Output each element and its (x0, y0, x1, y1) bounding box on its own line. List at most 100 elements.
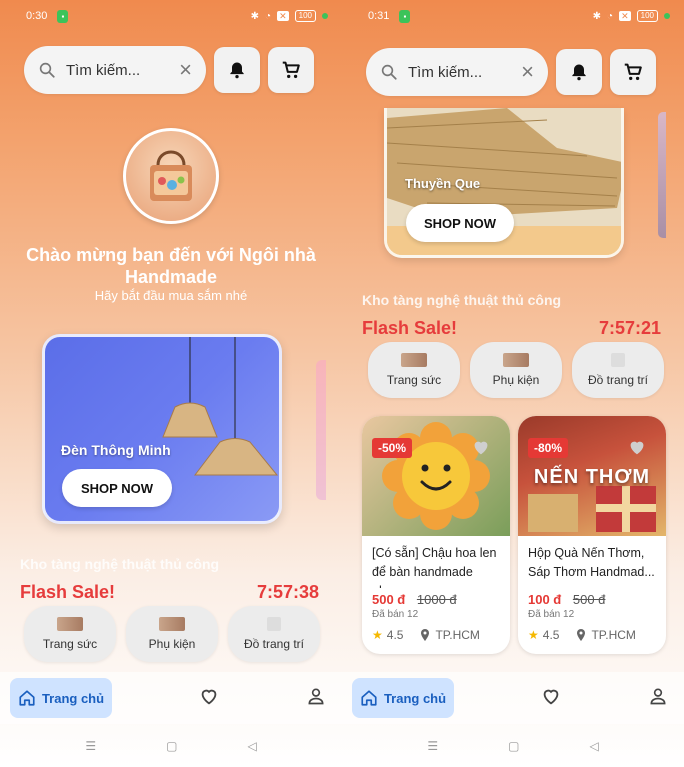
user-icon (650, 688, 666, 704)
menu-icon[interactable]: ☰ (85, 739, 96, 753)
jewelry-thumbnail (57, 617, 83, 631)
category-jewelry[interactable]: Trang sức (368, 342, 460, 398)
banner-stick-boat[interactable]: Thuyền Que SHOP NOW (384, 108, 624, 258)
wifi-icon: ◔ (607, 10, 614, 22)
screen-home-scrolled: 0:31 ▪ ✱ ◔ ✕ 100 Tìm kiếm... × Thuyền Qu… (342, 0, 684, 767)
favorite-icon[interactable] (626, 436, 648, 458)
flash-sale-timer: 7:57:21 (599, 318, 662, 338)
product-sold-count: Đã bán 12 (372, 609, 419, 620)
home-square-icon[interactable]: ▢ (508, 739, 519, 753)
product-location: TP.HCM (435, 628, 480, 642)
clear-search-icon[interactable]: × (179, 57, 192, 83)
charging-dot-icon (664, 13, 670, 19)
home-icon (19, 690, 35, 706)
search-input[interactable]: Tìm kiếm... × (366, 48, 548, 96)
discount-badge: -80% (528, 438, 569, 458)
app-notification-icon: ▪ (399, 9, 411, 23)
nav-profile[interactable] (306, 686, 326, 711)
screen-home-top: 0:30 ▪ ✱ ◔ ✕ 100 Tìm kiếm... × Chào mừng… (0, 0, 342, 767)
product-rating: 4.5 (386, 628, 404, 642)
product-card[interactable]: NẾN THƠM -80% Hộp Quà Nến Thơm, Sáp Thơm… (518, 416, 666, 654)
no-sim-icon: ✕ (277, 11, 289, 21)
star-icon: ★ (528, 628, 539, 642)
bottom-nav: Trang chủ (342, 672, 684, 724)
banner-smart-lamp[interactable]: Đèn Thông Minh SHOP NOW (42, 334, 282, 524)
next-banner-peek[interactable] (658, 112, 666, 238)
bottom-nav: Trang chủ (0, 672, 342, 724)
product-sold-count: Đã bán 12 (528, 609, 575, 620)
nav-home[interactable]: Trang chủ (10, 678, 112, 718)
clear-search-icon[interactable]: × (521, 59, 534, 85)
heart-icon (201, 689, 217, 704)
no-sim-icon: ✕ (619, 11, 631, 21)
home-square-icon[interactable]: ▢ (166, 739, 177, 753)
category-label: Phụ kiện (148, 637, 196, 651)
product-price: 100 đ (528, 592, 562, 607)
app-notification-icon: ▪ (57, 9, 69, 23)
search-icon (381, 64, 397, 80)
home-icon (361, 690, 377, 706)
cart-button[interactable] (610, 49, 656, 95)
nav-profile[interactable] (648, 686, 668, 711)
category-label: Đồ trang trí (587, 373, 649, 387)
battery-indicator: 100 (636, 10, 658, 22)
nav-home-label: Trang chủ (383, 690, 447, 706)
cart-icon (624, 63, 642, 81)
menu-icon[interactable]: ☰ (427, 739, 438, 753)
location-pin-icon (577, 629, 586, 641)
category-decoration[interactable]: Đồ trang trí (572, 342, 664, 398)
category-label: Phụ kiện (492, 373, 540, 387)
nav-favorites[interactable] (540, 685, 562, 712)
system-nav: ☰ ▢ ◁ (0, 736, 342, 756)
category-list: Trang sức Phụ kiện Đồ trang trí (24, 606, 320, 662)
accessories-thumbnail (503, 353, 529, 367)
product-card[interactable]: -50% [Có sẵn] Chậu hoa len để bàn handma… (362, 416, 510, 654)
section-title: Kho tàng nghệ thuật thủ công (20, 556, 220, 572)
welcome-subtitle: Hãy bắt đầu mua sắm nhé (94, 288, 248, 303)
status-bar: 0:31 ▪ ✱ ◔ ✕ 100 (368, 6, 670, 26)
shop-now-button[interactable]: SHOP NOW (62, 469, 172, 507)
status-time: 0:30 (26, 10, 48, 22)
bell-icon (572, 64, 586, 81)
next-banner-peek[interactable] (316, 360, 326, 500)
category-decoration[interactable]: Đồ trang trí (228, 606, 320, 662)
charging-dot-icon (322, 13, 328, 19)
back-icon[interactable]: ◁ (589, 739, 598, 753)
category-accessories[interactable]: Phụ kiện (470, 342, 562, 398)
welcome-title: Chào mừng bạn đến với Ngôi nhà Handmade (26, 245, 316, 287)
cart-button[interactable] (268, 47, 314, 93)
notification-button[interactable] (556, 49, 602, 95)
category-label: Trang sức (386, 373, 442, 387)
banner-title: Đèn Thông Minh (61, 442, 171, 458)
nav-home[interactable]: Trang chủ (352, 678, 454, 718)
heart-icon (543, 689, 559, 704)
product-name: [Có sẵn] Chậu hoa len để bàn handmade nh… (372, 546, 497, 588)
shop-now-button[interactable]: SHOP NOW (406, 204, 514, 242)
category-label: Trang sức (42, 637, 98, 651)
favorite-icon[interactable] (470, 436, 492, 458)
accessories-thumbnail (159, 617, 185, 631)
search-input[interactable]: Tìm kiếm... × (24, 46, 206, 94)
section-title: Kho tàng nghệ thuật thủ công (362, 292, 562, 308)
star-icon: ★ (372, 628, 383, 642)
bell-icon (230, 62, 244, 79)
flash-sale-products: -50% [Có sẵn] Chậu hoa len để bàn handma… (362, 416, 666, 654)
shopping-bag-logo-icon (150, 150, 192, 201)
battery-indicator: 100 (294, 10, 316, 22)
location-pin-icon (421, 629, 430, 641)
notification-button[interactable] (214, 47, 260, 93)
decoration-thumbnail (267, 617, 281, 631)
product-old-price: 1000 đ (416, 592, 457, 607)
bluetooth-icon: ✱ (592, 10, 602, 22)
top-bar: Tìm kiếm... × (366, 48, 664, 96)
product-price: 500 đ (372, 592, 406, 607)
bluetooth-icon: ✱ (250, 10, 260, 22)
product-old-price: 500 đ (572, 592, 606, 607)
product-name: Hộp Quà Nến Thơm, Sáp Thơm Handmad... (528, 546, 655, 579)
nav-favorites[interactable] (198, 685, 220, 712)
back-icon[interactable]: ◁ (247, 739, 256, 753)
product-rating: 4.5 (542, 628, 560, 642)
product-image-text: NẾN THƠM (533, 466, 651, 488)
category-accessories[interactable]: Phụ kiện (126, 606, 218, 662)
category-jewelry[interactable]: Trang sức (24, 606, 116, 662)
